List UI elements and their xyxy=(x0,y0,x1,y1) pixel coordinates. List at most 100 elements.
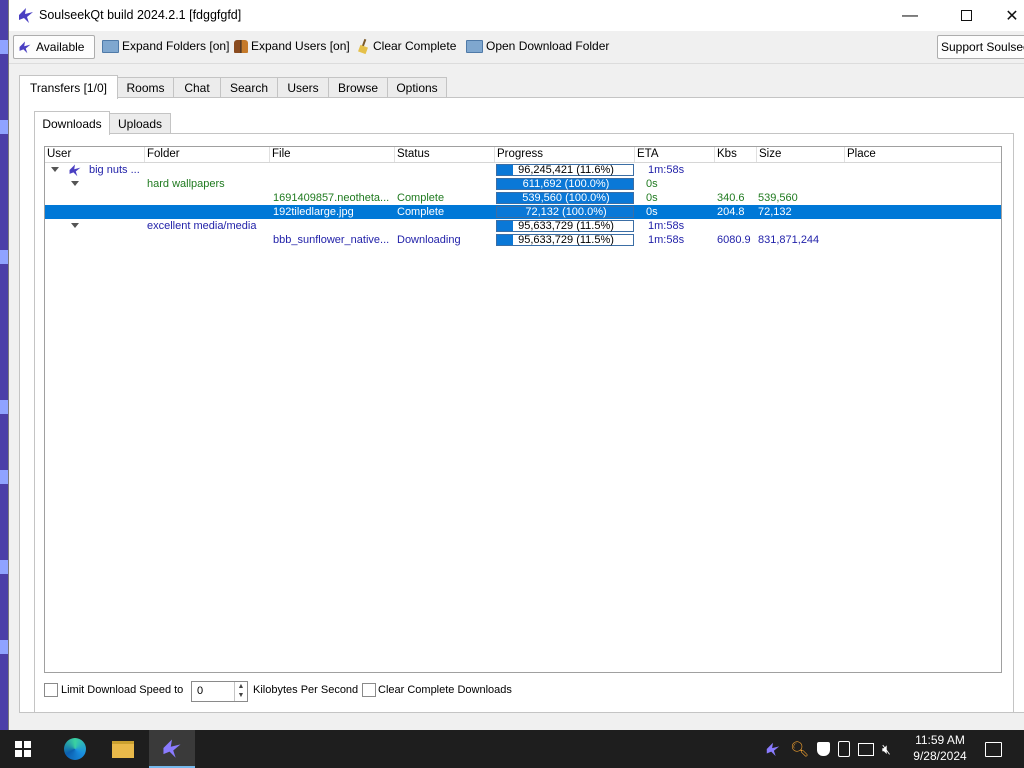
status-cell: Downloading xyxy=(397,234,461,246)
progress-bar: 95,633,729 (11.5%) xyxy=(496,234,634,246)
eta-cell: 1m:58s xyxy=(648,234,685,246)
folder-icon xyxy=(466,39,483,53)
status-cell: Complete xyxy=(397,206,445,218)
notification-button[interactable] xyxy=(970,730,1016,768)
taskbar-clock[interactable]: 11:59 AM 9/28/2024 xyxy=(905,732,975,764)
open-download-folder-button[interactable]: Open Download Folder xyxy=(463,35,612,57)
clear-complete-downloads-checkbox[interactable] xyxy=(362,683,376,697)
column-header-size[interactable]: Size xyxy=(757,147,845,162)
desktop-background-strip xyxy=(0,0,8,730)
expand-users-label: Expand Users [on] xyxy=(251,39,350,53)
soulseek-bird-icon xyxy=(163,739,181,758)
column-header-folder[interactable]: Folder xyxy=(145,147,270,162)
column-header-status[interactable]: Status xyxy=(395,147,495,162)
users-icon xyxy=(234,39,248,53)
table-row[interactable]: hard wallpapers 611,692 (100.0%) 0s xyxy=(45,177,1001,191)
tab-chat[interactable]: Chat xyxy=(173,77,221,98)
collapse-arrow-icon[interactable] xyxy=(51,167,59,172)
table-row[interactable]: bbb_sunflower_native... Downloading 95,6… xyxy=(45,233,1001,247)
column-header-kbs[interactable]: Kbs xyxy=(715,147,757,162)
column-header-progress[interactable]: Progress xyxy=(495,147,635,162)
table-row[interactable]: 1691409857.neotheta... Complete 539,560 … xyxy=(45,191,1001,205)
eta-cell: 0s xyxy=(646,206,658,218)
column-header-place[interactable]: Place xyxy=(845,147,1001,162)
clear-complete-downloads-label: Clear Complete Downloads xyxy=(378,684,512,696)
title-bar: SoulseekQt build 2024.2.1 [fdggfgfd] — ✕ xyxy=(9,0,1024,31)
folder-cell: excellent media/media xyxy=(147,220,257,232)
user-cell: big nuts ... xyxy=(89,164,140,176)
taskbar: 🔍︎ 🔇︎ 11:59 AM 9/28/2024 xyxy=(0,730,1024,768)
soulseek-tray-icon[interactable] xyxy=(764,741,782,757)
clear-complete-label: Clear Complete xyxy=(373,39,457,53)
available-status-button[interactable]: Available xyxy=(13,35,95,59)
tab-search[interactable]: Search xyxy=(220,77,278,98)
progress-bar: 96,245,421 (11.6%) xyxy=(496,164,634,176)
column-header-user[interactable]: User xyxy=(45,147,145,162)
progress-text: 95,633,729 (11.5%) xyxy=(518,234,614,246)
notification-icon xyxy=(984,741,1002,757)
tab-options[interactable]: Options xyxy=(387,77,447,98)
volume-muted-icon[interactable]: 🔇︎ xyxy=(882,741,891,758)
tab-downloads[interactable]: Downloads xyxy=(34,111,110,135)
progress-text: 72,132 (100.0%) xyxy=(525,206,607,218)
tab-users[interactable]: Users xyxy=(277,77,329,98)
table-row[interactable]: excellent media/media 95,633,729 (11.5%)… xyxy=(45,219,1001,233)
system-tray: 🔍︎ 🔇︎ xyxy=(764,730,891,768)
edge-browser-icon xyxy=(64,738,86,760)
eta-cell: 1m:58s xyxy=(648,164,685,176)
support-label: Support Soulseek xyxy=(941,40,1024,54)
file-cell: bbb_sunflower_native... xyxy=(273,234,390,246)
progress-bar: 611,692 (100.0%) xyxy=(496,178,634,190)
progress-text: 611,692 (100.0%) xyxy=(522,178,610,190)
unit-label: Kilobytes Per Second xyxy=(253,684,359,696)
taskbar-file-explorer[interactable] xyxy=(100,730,146,768)
taskbar-soulseek[interactable] xyxy=(149,730,195,768)
progress-bar: 539,560 (100.0%) xyxy=(496,192,634,204)
collapse-arrow-icon[interactable] xyxy=(71,223,79,228)
tab-transfers[interactable]: Transfers [1/0] xyxy=(19,75,118,99)
table-row-selected[interactable]: 192tiledlarge.jpg Complete 72,132 (100.0… xyxy=(45,205,1001,219)
column-header-eta[interactable]: ETA xyxy=(635,147,715,162)
support-soulseek-button[interactable]: Support Soulseek xyxy=(937,35,1024,59)
usb-device-icon[interactable] xyxy=(838,741,851,757)
toolbar: Available Expand Folders [on] Expand Use… xyxy=(9,31,1024,64)
search-tray-icon[interactable]: 🔍︎ xyxy=(790,740,809,758)
progress-text: 539,560 (100.0%) xyxy=(522,192,610,204)
collapse-arrow-icon[interactable] xyxy=(71,181,79,186)
progress-bar: 95,633,729 (11.5%) xyxy=(496,220,634,232)
spin-arrows-icon[interactable]: ▲ ▼ xyxy=(234,682,247,701)
speed-limit-value: 0 xyxy=(197,685,204,697)
expand-folders-button[interactable]: Expand Folders [on] xyxy=(99,35,232,57)
network-icon[interactable] xyxy=(858,742,875,756)
taskbar-edge[interactable] xyxy=(52,730,98,768)
eta-cell: 1m:58s xyxy=(648,220,685,232)
eta-cell: 0s xyxy=(646,178,658,190)
clock-time: 11:59 AM xyxy=(915,733,965,747)
progress-text: 95,633,729 (11.5%) xyxy=(518,220,614,232)
minimize-button[interactable]: — xyxy=(887,0,933,31)
speed-limit-spinbox[interactable]: 0 ▲ ▼ xyxy=(191,681,248,702)
start-button[interactable] xyxy=(0,730,46,768)
tab-browse[interactable]: Browse xyxy=(328,77,388,98)
column-header-file[interactable]: File xyxy=(270,147,395,162)
security-shield-icon[interactable] xyxy=(817,742,831,756)
file-explorer-icon xyxy=(112,740,134,758)
maximize-button[interactable] xyxy=(943,0,989,31)
tab-rooms[interactable]: Rooms xyxy=(117,77,174,98)
eta-cell: 0s xyxy=(646,192,658,204)
table-row[interactable]: big nuts ... 96,245,421 (11.6%) 1m:58s xyxy=(45,163,1001,177)
expand-users-button[interactable]: Expand Users [on] xyxy=(231,35,353,57)
limit-speed-checkbox[interactable] xyxy=(44,683,58,697)
broom-icon xyxy=(358,39,370,53)
download-options-bar: Limit Download Speed to 0 ▲ ▼ Kilobytes P… xyxy=(40,680,1000,702)
tab-uploads[interactable]: Uploads xyxy=(109,113,171,134)
windows-logo-icon xyxy=(15,741,31,757)
available-label: Available xyxy=(36,40,85,54)
soulseek-bird-icon xyxy=(19,8,33,23)
close-button[interactable]: ✕ xyxy=(989,0,1024,31)
downloads-table: User Folder File Status Progress ETA Kbs… xyxy=(44,146,1002,673)
limit-speed-label: Limit Download Speed to xyxy=(61,684,184,696)
clear-complete-button[interactable]: Clear Complete xyxy=(355,35,459,57)
expand-folders-label: Expand Folders [on] xyxy=(122,39,230,53)
soulseek-bird-icon xyxy=(69,164,81,177)
